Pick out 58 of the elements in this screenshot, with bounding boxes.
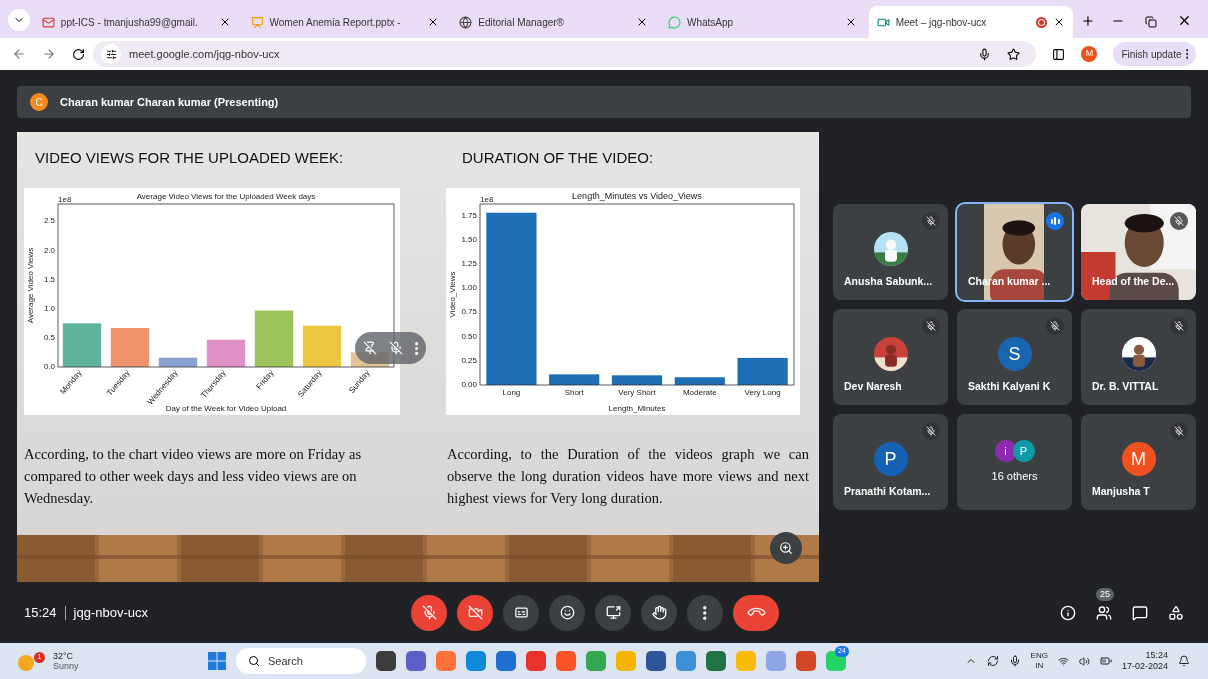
tick-label: 1.5	[43, 274, 55, 284]
avatar: C	[30, 93, 48, 111]
weather-condition: Sunny	[53, 661, 79, 671]
participant-name: Dev Naresh	[844, 379, 902, 395]
chart-title: Average Video Views for the Uploaded Week days	[136, 192, 316, 201]
participant-name: Charan kumar ...	[968, 274, 1051, 290]
tick-label: 1.0	[43, 303, 55, 313]
meeting-code: jqg-nbov-ucx	[73, 603, 148, 622]
tick-label: 1.00	[461, 283, 477, 293]
chart-title: Length_Minutes vs Video_Views	[572, 191, 702, 201]
axis-title: Average Video Views	[26, 247, 35, 324]
slide-heading: VIDEO VIEWS FOR THE UPLOADED WEEK:	[35, 148, 345, 167]
slide-paragraph: According, to the Duration of the videos graph we can observe the long duration videos have more views and next highest views for Very long duration.	[447, 445, 809, 508]
count-badge: 25	[1096, 587, 1114, 601]
tick-label: Short	[564, 388, 584, 397]
avatar: M	[1121, 442, 1156, 476]
participant-name: Anusha Sabunk...	[844, 274, 933, 290]
tick-label: Very Long	[744, 388, 781, 397]
tick-label: 1.25	[461, 259, 477, 268]
temperature: 32°C	[53, 651, 75, 661]
avatar: P	[1012, 439, 1035, 462]
scale-label: 1e8	[480, 195, 494, 204]
tick-label: 2.5	[43, 216, 55, 226]
participant-name: Manjusha T	[1092, 484, 1150, 500]
avatar: S	[997, 337, 1032, 371]
tick-label: Very Short	[618, 388, 656, 397]
tick-label: 0.00	[461, 380, 477, 389]
participant-name: Sakthi Kalyani K	[968, 379, 1051, 395]
url-text: meet.google.com/jqg-nbov-ucx	[129, 46, 281, 62]
tick-label: 0.50	[461, 331, 477, 341]
meeting-time: 15:24	[24, 603, 57, 622]
tab-title: WhatsApp	[686, 15, 735, 30]
tab-title: Women Anemia Report.pptx -	[269, 15, 402, 30]
tick-label: 0.25	[461, 355, 477, 365]
tick-label: 0.0	[43, 362, 55, 371]
scale-label: 1e8	[58, 195, 72, 204]
participant-name: Dr. B. VITTAL	[1092, 379, 1159, 395]
axis-title: Video_Views	[448, 271, 457, 318]
participant-name: Head of the De...	[1092, 274, 1175, 290]
axis-title: Length_Minutes	[608, 404, 666, 413]
participant-name: 16 others	[991, 468, 1038, 484]
tick-label: 0.75	[461, 307, 477, 317]
tab-title: Meet – jqg-nbov-ucx	[895, 15, 988, 30]
avatar: i	[994, 439, 1017, 462]
tick-label: 1.50	[461, 234, 477, 244]
tick-label: Long	[502, 388, 521, 397]
tick-label: Moderate	[682, 388, 717, 397]
tick-label: 1.75	[461, 210, 477, 220]
slide-paragraph: According, to the chart video views are more on Friday as compared to other week days and less video views are on Wednesday.	[24, 445, 363, 508]
tab-title: Editorial Manager®	[478, 15, 565, 30]
tick-label: 0.5	[43, 332, 55, 342]
tick-label: 2.0	[43, 245, 55, 255]
axis-title: Day of the Week for Video Upload	[165, 404, 287, 413]
participant-name: Pranathi Kotam...	[844, 484, 931, 500]
presenter-label: Charan kumar Charan kumar (Presenting)	[60, 94, 279, 110]
slide-heading: DURATION OF THE VIDEO:	[462, 148, 655, 167]
avatar: P	[873, 442, 908, 476]
tab-title: ppt-ICS - tmanjusha99@gmail.	[60, 15, 199, 30]
